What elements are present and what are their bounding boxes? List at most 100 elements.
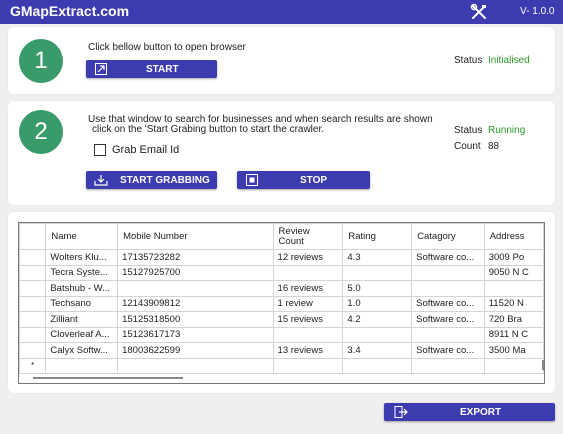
new-cell[interactable] — [411, 357, 485, 374]
cell-address[interactable]: 720 Bra — [483, 311, 544, 328]
version-label: V- 1.0.0 — [520, 6, 555, 17]
cell-name[interactable]: Cloverleaf A... — [45, 326, 119, 343]
export-icon — [394, 406, 408, 418]
step2-number: 2 — [19, 110, 63, 154]
cell-rating[interactable]: 4.2 — [342, 311, 413, 328]
start-button[interactable]: START — [86, 60, 217, 78]
results-panel: Name Mobile Number Review Count Rating C… — [8, 212, 555, 393]
tools-icon[interactable] — [470, 3, 488, 21]
cell-review-count[interactable]: 15 reviews — [272, 311, 344, 328]
horizontal-scrollbar[interactable] — [33, 377, 183, 379]
vertical-scrollbar[interactable] — [542, 360, 544, 370]
results-grid[interactable]: Name Mobile Number Review Count Rating C… — [18, 222, 545, 384]
new-cell[interactable] — [483, 357, 544, 374]
cell-rating[interactable] — [342, 326, 413, 343]
grid-header-row: Name Mobile Number Review Count Rating C… — [19, 223, 544, 250]
col-header-name[interactable]: Name — [45, 223, 119, 250]
cell-rating[interactable]: 1.0 — [342, 295, 413, 312]
step2-instruction-line2: click on the 'Start Grabing button to st… — [92, 124, 325, 135]
cell-category[interactable] — [411, 280, 485, 297]
cell-review-count[interactable]: 12 reviews — [272, 249, 344, 266]
cell-address[interactable]: 11520 N — [483, 295, 544, 312]
new-cell[interactable] — [342, 357, 413, 374]
title-bar: GMapExtract.com V- 1.0.0 — [0, 0, 563, 24]
new-row[interactable]: * — [19, 357, 544, 374]
download-tray-icon — [94, 174, 108, 186]
grab-email-label: Grab Email Id — [112, 144, 180, 156]
cell-name[interactable]: Zilliant — [45, 311, 119, 328]
cell-category[interactable] — [411, 326, 485, 343]
cell-address[interactable] — [483, 280, 544, 297]
new-cell[interactable] — [45, 357, 119, 374]
cell-mobile[interactable]: 15125318500 — [117, 311, 274, 328]
external-link-icon — [94, 63, 108, 75]
stop-button-label: STOP — [300, 174, 328, 186]
cell-category[interactable]: Software co... — [411, 342, 485, 359]
row-header[interactable] — [19, 280, 47, 297]
cell-name[interactable]: Calyx Softw... — [45, 342, 119, 359]
table-row[interactable]: Zilliant 15125318500 15 reviews 4.2 Soft… — [19, 311, 544, 328]
cell-name[interactable]: Tecra Syste... — [45, 264, 119, 281]
cell-name[interactable]: Wolters Klu... — [45, 249, 119, 266]
cell-review-count[interactable]: 1 review — [272, 295, 344, 312]
step1-number: 1 — [19, 39, 63, 83]
grab-email-checkbox[interactable] — [94, 144, 106, 156]
table-row[interactable]: Wolters Klu... 17135723282 12 reviews 4.… — [19, 249, 544, 266]
cell-category[interactable]: Software co... — [411, 249, 485, 266]
row-header[interactable] — [19, 295, 47, 312]
col-header-category[interactable]: Catagory — [411, 223, 485, 250]
table-row[interactable]: Techsano 12143909812 1 review 1.0 Softwa… — [19, 295, 544, 312]
cell-name[interactable]: Batshub - W... — [45, 280, 119, 297]
col-header-address[interactable]: Address — [483, 223, 544, 250]
app-title: GMapExtract.com — [10, 3, 130, 19]
cell-mobile[interactable]: 17135723282 — [117, 249, 274, 266]
cell-address[interactable]: 8911 N C — [483, 326, 544, 343]
cell-category[interactable] — [411, 264, 485, 281]
step1-status-label: Status — [454, 55, 483, 66]
col-header-review-count[interactable]: Review Count — [272, 223, 344, 250]
cell-category[interactable]: Software co... — [411, 295, 485, 312]
cell-rating[interactable]: 5.0 — [342, 280, 413, 297]
cell-review-count[interactable] — [272, 264, 344, 281]
table-row[interactable]: Calyx Softw... 18003622599 13 reviews 3.… — [19, 342, 544, 359]
new-cell[interactable] — [117, 357, 274, 374]
grid-corner[interactable] — [19, 223, 47, 250]
new-row-marker: * — [19, 357, 47, 374]
cell-rating[interactable]: 3.4 — [342, 342, 413, 359]
row-header[interactable] — [19, 249, 47, 266]
step1-status-value: Initialised — [488, 55, 530, 66]
cell-mobile[interactable]: 15123617173 — [117, 326, 274, 343]
cell-name[interactable]: Techsano — [45, 295, 119, 312]
table-row[interactable]: Cloverleaf A... 15123617173 8911 N C — [19, 326, 544, 343]
export-button[interactable]: EXPORT — [384, 403, 555, 421]
cell-address[interactable]: 3500 Ma — [483, 342, 544, 359]
cell-mobile[interactable]: 12143909812 — [117, 295, 274, 312]
step2-panel: 2 Use that window to search for business… — [8, 101, 555, 205]
cell-rating[interactable] — [342, 264, 413, 281]
cell-mobile[interactable]: 15127925700 — [117, 264, 274, 281]
cell-category[interactable]: Software co... — [411, 311, 485, 328]
count-value: 88 — [488, 141, 500, 152]
row-header[interactable] — [19, 326, 47, 343]
row-header[interactable] — [19, 264, 47, 281]
step1-panel: 1 Click bellow button to open browser ST… — [8, 27, 555, 94]
cell-review-count[interactable] — [272, 326, 344, 343]
stop-button[interactable]: STOP — [237, 171, 370, 189]
cell-address[interactable]: 9050 N C — [483, 264, 544, 281]
cell-review-count[interactable]: 16 reviews — [272, 280, 344, 297]
start-grabbing-button[interactable]: START GRABBING — [86, 171, 217, 189]
step2-status-value: Running — [488, 125, 526, 136]
cell-rating[interactable]: 4.3 — [342, 249, 413, 266]
col-header-rating[interactable]: Rating — [342, 223, 413, 250]
cell-mobile[interactable] — [117, 280, 274, 297]
row-header[interactable] — [19, 311, 47, 328]
table-row[interactable]: Tecra Syste... 15127925700 9050 N C — [19, 264, 544, 281]
table-row[interactable]: Batshub - W... 16 reviews 5.0 — [19, 280, 544, 297]
cell-mobile[interactable]: 18003622599 — [117, 342, 274, 359]
cell-address[interactable]: 3009 Po — [483, 249, 544, 266]
start-button-label: START — [146, 63, 179, 75]
new-cell[interactable] — [272, 357, 344, 374]
row-header[interactable] — [19, 342, 47, 359]
col-header-mobile[interactable]: Mobile Number — [117, 223, 274, 250]
cell-review-count[interactable]: 13 reviews — [272, 342, 344, 359]
